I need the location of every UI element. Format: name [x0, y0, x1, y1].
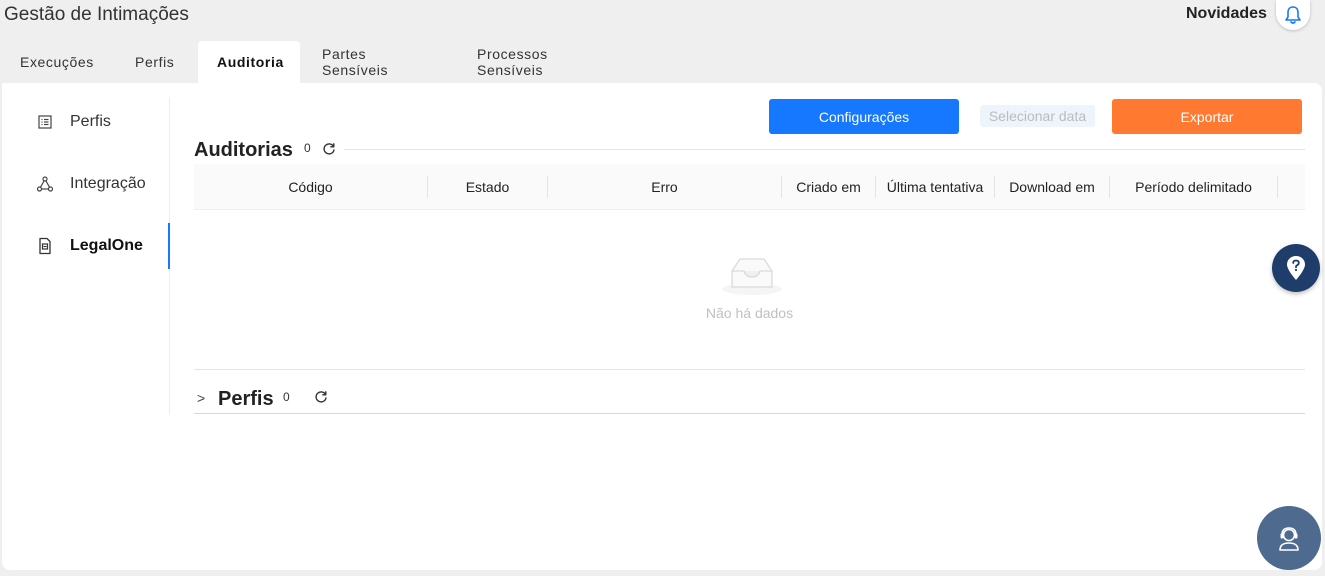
auditorias-table-header: Código Estado Erro Criado em Última tent… [194, 164, 1305, 210]
tab-auditoria[interactable]: Auditoria [198, 41, 300, 83]
perfis-count: 0 [283, 390, 290, 404]
news-label[interactable]: Novidades [1186, 5, 1267, 23]
app-title: Gestão de Intimações [4, 4, 189, 25]
expand-chevron-icon[interactable]: > [197, 390, 205, 406]
table-bottom-divider [194, 369, 1305, 370]
column-header-codigo[interactable]: Código [194, 164, 427, 210]
main-tabs: Execuções Perfis Auditoria Partes Sensív… [0, 41, 635, 83]
column-header-criado-em[interactable]: Criado em [782, 164, 875, 210]
column-header-periodo-delimitado[interactable]: Período delimitado [1110, 164, 1277, 210]
date-picker-input[interactable]: Selecionar data [980, 105, 1095, 127]
sidebar-item-perfis[interactable]: Perfis [2, 99, 170, 145]
sidebar-item-label: LegalOne [70, 237, 143, 254]
auditorias-count: 0 [304, 141, 311, 155]
configuracoes-button[interactable]: Configurações [769, 99, 959, 134]
auditorias-divider [344, 149, 1305, 150]
tab-execucoes[interactable]: Execuções [0, 41, 115, 83]
empty-inbox-icon [722, 258, 782, 295]
sidebar-item-label: Perfis [70, 113, 111, 130]
help-button[interactable] [1272, 244, 1320, 292]
tab-processos-sensiveis[interactable]: Processos Sensíveis [455, 41, 635, 83]
document-icon [36, 237, 54, 255]
sidebar-item-integracao[interactable]: Integração [2, 161, 170, 207]
perfis-divider [194, 413, 1305, 414]
tab-perfis[interactable]: Perfis [115, 41, 198, 83]
column-header-estado[interactable]: Estado [428, 164, 547, 210]
empty-state-text: Não há dados [705, 305, 794, 321]
column-separator [1277, 176, 1278, 198]
network-icon [36, 175, 54, 193]
auditorias-title: Auditorias [194, 139, 293, 161]
column-header-ultima-tentativa[interactable]: Última tentativa [876, 164, 994, 210]
sidebar: Perfis Integração LegalOne [2, 97, 170, 415]
headset-agent-icon [1279, 527, 1299, 551]
bell-icon [1285, 6, 1301, 24]
support-chat-button[interactable] [1257, 506, 1321, 570]
notifications-button[interactable] [1276, 0, 1310, 30]
refresh-icon[interactable] [322, 142, 336, 156]
tab-partes-sensiveis[interactable]: Partes Sensíveis [300, 41, 455, 83]
sidebar-item-label: Integração [70, 175, 146, 192]
column-header-erro[interactable]: Erro [548, 164, 781, 210]
content-panel: Perfis Integração LegalOne Configurações… [2, 83, 1322, 570]
exportar-button[interactable]: Exportar [1112, 99, 1302, 134]
perfis-title[interactable]: Perfis [218, 388, 274, 411]
list-icon [36, 113, 54, 131]
question-mark-icon [1287, 256, 1305, 280]
sidebar-item-legalone[interactable]: LegalOne [2, 223, 170, 269]
refresh-icon[interactable] [314, 390, 328, 404]
column-header-download-em[interactable]: Download em [995, 164, 1109, 210]
